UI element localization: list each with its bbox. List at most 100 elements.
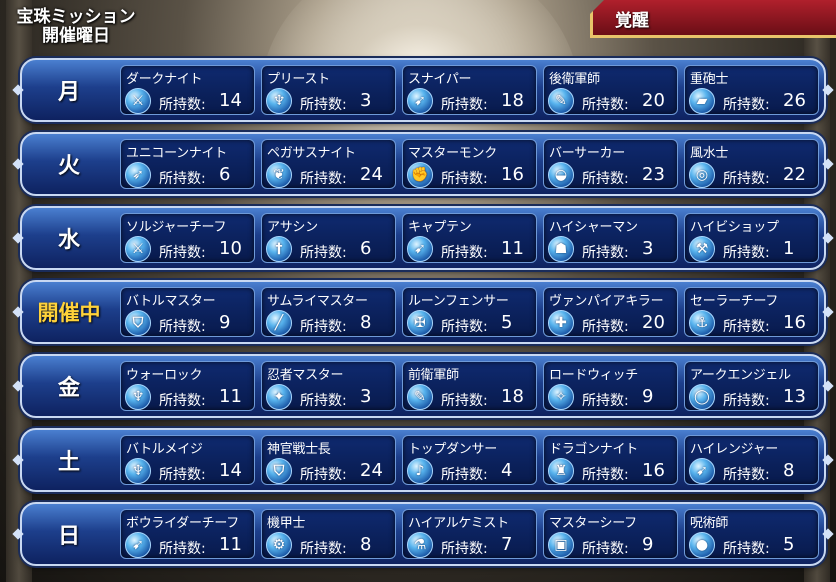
job-name: ハイビショップ bbox=[690, 220, 779, 235]
owned-count-value: 14 bbox=[219, 460, 242, 481]
job-orb-cell[interactable]: セーラーチーフ ⚓ 所持数: 16 bbox=[684, 287, 819, 337]
job-orb-cell[interactable]: ドラゴンナイト ♜ 所持数: 16 bbox=[543, 435, 678, 485]
title-line-2: 開催曜日 bbox=[42, 26, 110, 46]
owned-count-value: 11 bbox=[501, 238, 524, 259]
owned-count-label: 所持数: bbox=[441, 97, 488, 113]
owned-count-label: 所持数: bbox=[300, 467, 347, 483]
job-orb-cell[interactable]: 忍者マスター ✦ 所持数: 3 bbox=[261, 361, 396, 411]
bow-icon: ➹ bbox=[407, 88, 433, 114]
job-orb-cell[interactable]: バーサーカー ◒ 所持数: 23 bbox=[543, 139, 678, 189]
job-orb-cell[interactable]: ハイビショップ ⚒ 所持数: 1 bbox=[684, 213, 819, 263]
job-orb-cell[interactable]: ウォーロック ♆ 所持数: 11 bbox=[120, 361, 255, 411]
owned-count-value: 11 bbox=[219, 386, 242, 407]
job-orb-cell[interactable]: プリースト ♆ 所持数: 3 bbox=[261, 65, 396, 115]
job-orb-cell[interactable]: ヴァンパイアキラー ✚ 所持数: 20 bbox=[543, 287, 678, 337]
job-orb-cell[interactable]: サムライマスター ╱ 所持数: 8 bbox=[261, 287, 396, 337]
job-name: 前衛軍師 bbox=[408, 368, 459, 383]
job-orb-cell[interactable]: ハイレンジャー ➹ 所持数: 8 bbox=[684, 435, 819, 485]
job-orb-cell[interactable]: 神官戦士長 ⛉ 所持数: 24 bbox=[261, 435, 396, 485]
job-orb-cell[interactable]: 後衛軍師 ✎ 所持数: 20 bbox=[543, 65, 678, 115]
owned-count-label: 所持数: bbox=[723, 393, 770, 409]
job-orb-cell[interactable]: スナイパー ➹ 所持数: 18 bbox=[402, 65, 537, 115]
job-orb-cell[interactable]: ハイアルケミスト ⚗ 所持数: 7 bbox=[402, 509, 537, 559]
job-orb-cell[interactable]: ロードウィッチ ✧ 所持数: 9 bbox=[543, 361, 678, 411]
owned-count-label: 所持数: bbox=[300, 245, 347, 261]
day-label: 土 bbox=[57, 450, 80, 475]
fist-icon: ✊ bbox=[407, 162, 433, 188]
owned-count-label: 所持数: bbox=[159, 319, 206, 335]
owned-count-label: 所持数: bbox=[441, 467, 488, 483]
sword-icon: ⚔ bbox=[125, 88, 151, 114]
book-icon: ✎ bbox=[548, 88, 574, 114]
owned-count-value: 11 bbox=[219, 534, 242, 555]
shoe-icon: ♪ bbox=[407, 458, 433, 484]
owned-count-label: 所持数: bbox=[582, 319, 629, 335]
job-orb-cell[interactable]: 呪術師 ● 所持数: 5 bbox=[684, 509, 819, 559]
owned-count-value: 6 bbox=[219, 164, 231, 185]
day-row: 金 ウォーロック ♆ 所持数: 11 忍者マスター ✦ 所持数: 3 前衛軍師 ✎ 所持数: 18 ロード… bbox=[20, 354, 826, 418]
job-name: ルーンフェンサー bbox=[408, 294, 509, 309]
job-orb-cell[interactable]: マスターシーフ ▣ 所持数: 9 bbox=[543, 509, 678, 559]
day-row: 月 ダークナイト ⚔ 所持数: 14 プリースト ♆ 所持数: 3 スナイパー ➹ 所持数: 18 後衛軍… bbox=[20, 58, 826, 122]
owned-count-label: 所持数: bbox=[441, 541, 488, 557]
job-name: バトルメイジ bbox=[126, 442, 203, 457]
job-orb-cell[interactable]: ダークナイト ⚔ 所持数: 14 bbox=[120, 65, 255, 115]
job-orb-cell[interactable]: マスターモンク ✊ 所持数: 16 bbox=[402, 139, 537, 189]
job-name: アークエンジェル bbox=[690, 368, 791, 383]
owned-count-label: 所持数: bbox=[582, 541, 629, 557]
job-name: マスターシーフ bbox=[549, 516, 637, 531]
hammer-icon: ⚒ bbox=[689, 236, 715, 262]
job-name: ウォーロック bbox=[126, 368, 203, 383]
job-orb-cell[interactable]: バトルメイジ ♆ 所持数: 14 bbox=[120, 435, 255, 485]
anchor-icon: ⚓ bbox=[689, 310, 715, 336]
job-orb-cell[interactable]: キャプテン ➹ 所持数: 11 bbox=[402, 213, 537, 263]
bow-icon: ➹ bbox=[407, 236, 433, 262]
armor-icon: ♜ bbox=[548, 458, 574, 484]
job-orb-cell[interactable]: 風水士 ◎ 所持数: 22 bbox=[684, 139, 819, 189]
job-orb-cell[interactable]: 重砲士 ▰ 所持数: 26 bbox=[684, 65, 819, 115]
job-orb-cell[interactable]: アークエンジェル ◯ 所持数: 13 bbox=[684, 361, 819, 411]
job-name: ハイシャーマン bbox=[549, 220, 638, 235]
job-orb-cell[interactable]: ルーンフェンサー ✠ 所持数: 5 bbox=[402, 287, 537, 337]
job-name: 神官戦士長 bbox=[267, 442, 331, 457]
owned-count-label: 所持数: bbox=[723, 319, 770, 335]
job-orb-cell[interactable]: 機甲士 ⚙ 所持数: 8 bbox=[261, 509, 396, 559]
owned-count-value: 8 bbox=[783, 460, 795, 481]
owned-count-value: 7 bbox=[501, 534, 513, 555]
owned-count-label: 所持数: bbox=[582, 393, 629, 409]
owned-count-value: 24 bbox=[360, 164, 383, 185]
job-name: セーラーチーフ bbox=[690, 294, 779, 309]
job-orb-cell[interactable]: ハイシャーマン ☗ 所持数: 3 bbox=[543, 213, 678, 263]
day-row: 開催中 バトルマスター ⛉ 所持数: 9 サムライマスター ╱ 所持数: 8 ルーンフェンサー ✠ 所… bbox=[20, 280, 826, 344]
job-orb-cell[interactable]: ボウライダーチーフ ➹ 所持数: 11 bbox=[120, 509, 255, 559]
job-name: 呪術師 bbox=[690, 516, 729, 531]
owned-count-label: 所持数: bbox=[441, 319, 488, 335]
job-orb-cell[interactable]: バトルマスター ⛉ 所持数: 9 bbox=[120, 287, 255, 337]
job-orb-cell[interactable]: アサシン † 所持数: 6 bbox=[261, 213, 396, 263]
orb-icon: ● bbox=[689, 532, 715, 558]
job-name: ハイアルケミスト bbox=[408, 516, 509, 531]
day-label: 水 bbox=[57, 228, 80, 253]
awakening-tab[interactable]: 覚醒 bbox=[590, 0, 836, 38]
owned-count-label: 所持数: bbox=[159, 171, 206, 187]
job-orb-cell[interactable]: 前衛軍師 ✎ 所持数: 18 bbox=[402, 361, 537, 411]
job-orb-cell[interactable]: ペガサスナイト ❦ 所持数: 24 bbox=[261, 139, 396, 189]
day-label: 月 bbox=[57, 80, 80, 105]
job-name: ソルジャーチーフ bbox=[126, 220, 227, 235]
job-name: 後衛軍師 bbox=[549, 72, 600, 87]
job-name: 風水士 bbox=[690, 146, 729, 161]
job-orb-cell[interactable]: ソルジャーチーフ ⚔ 所持数: 10 bbox=[120, 213, 255, 263]
owned-count-value: 22 bbox=[783, 164, 806, 185]
flask-icon: ⚗ bbox=[407, 532, 433, 558]
job-orb-cell[interactable]: トップダンサー ♪ 所持数: 4 bbox=[402, 435, 537, 485]
job-name: ボウライダーチーフ bbox=[126, 516, 240, 531]
owned-count-value: 16 bbox=[501, 164, 524, 185]
job-name: ユニコーンナイト bbox=[126, 146, 227, 161]
job-name: プリースト bbox=[267, 72, 330, 87]
shuriken-icon: ✦ bbox=[266, 384, 292, 410]
job-name: ペガサスナイト bbox=[267, 146, 356, 161]
job-name: アサシン bbox=[267, 220, 318, 235]
job-orb-cell[interactable]: ユニコーンナイト ➶ 所持数: 6 bbox=[120, 139, 255, 189]
job-name: サムライマスター bbox=[267, 294, 368, 309]
owned-count-value: 20 bbox=[642, 312, 665, 333]
